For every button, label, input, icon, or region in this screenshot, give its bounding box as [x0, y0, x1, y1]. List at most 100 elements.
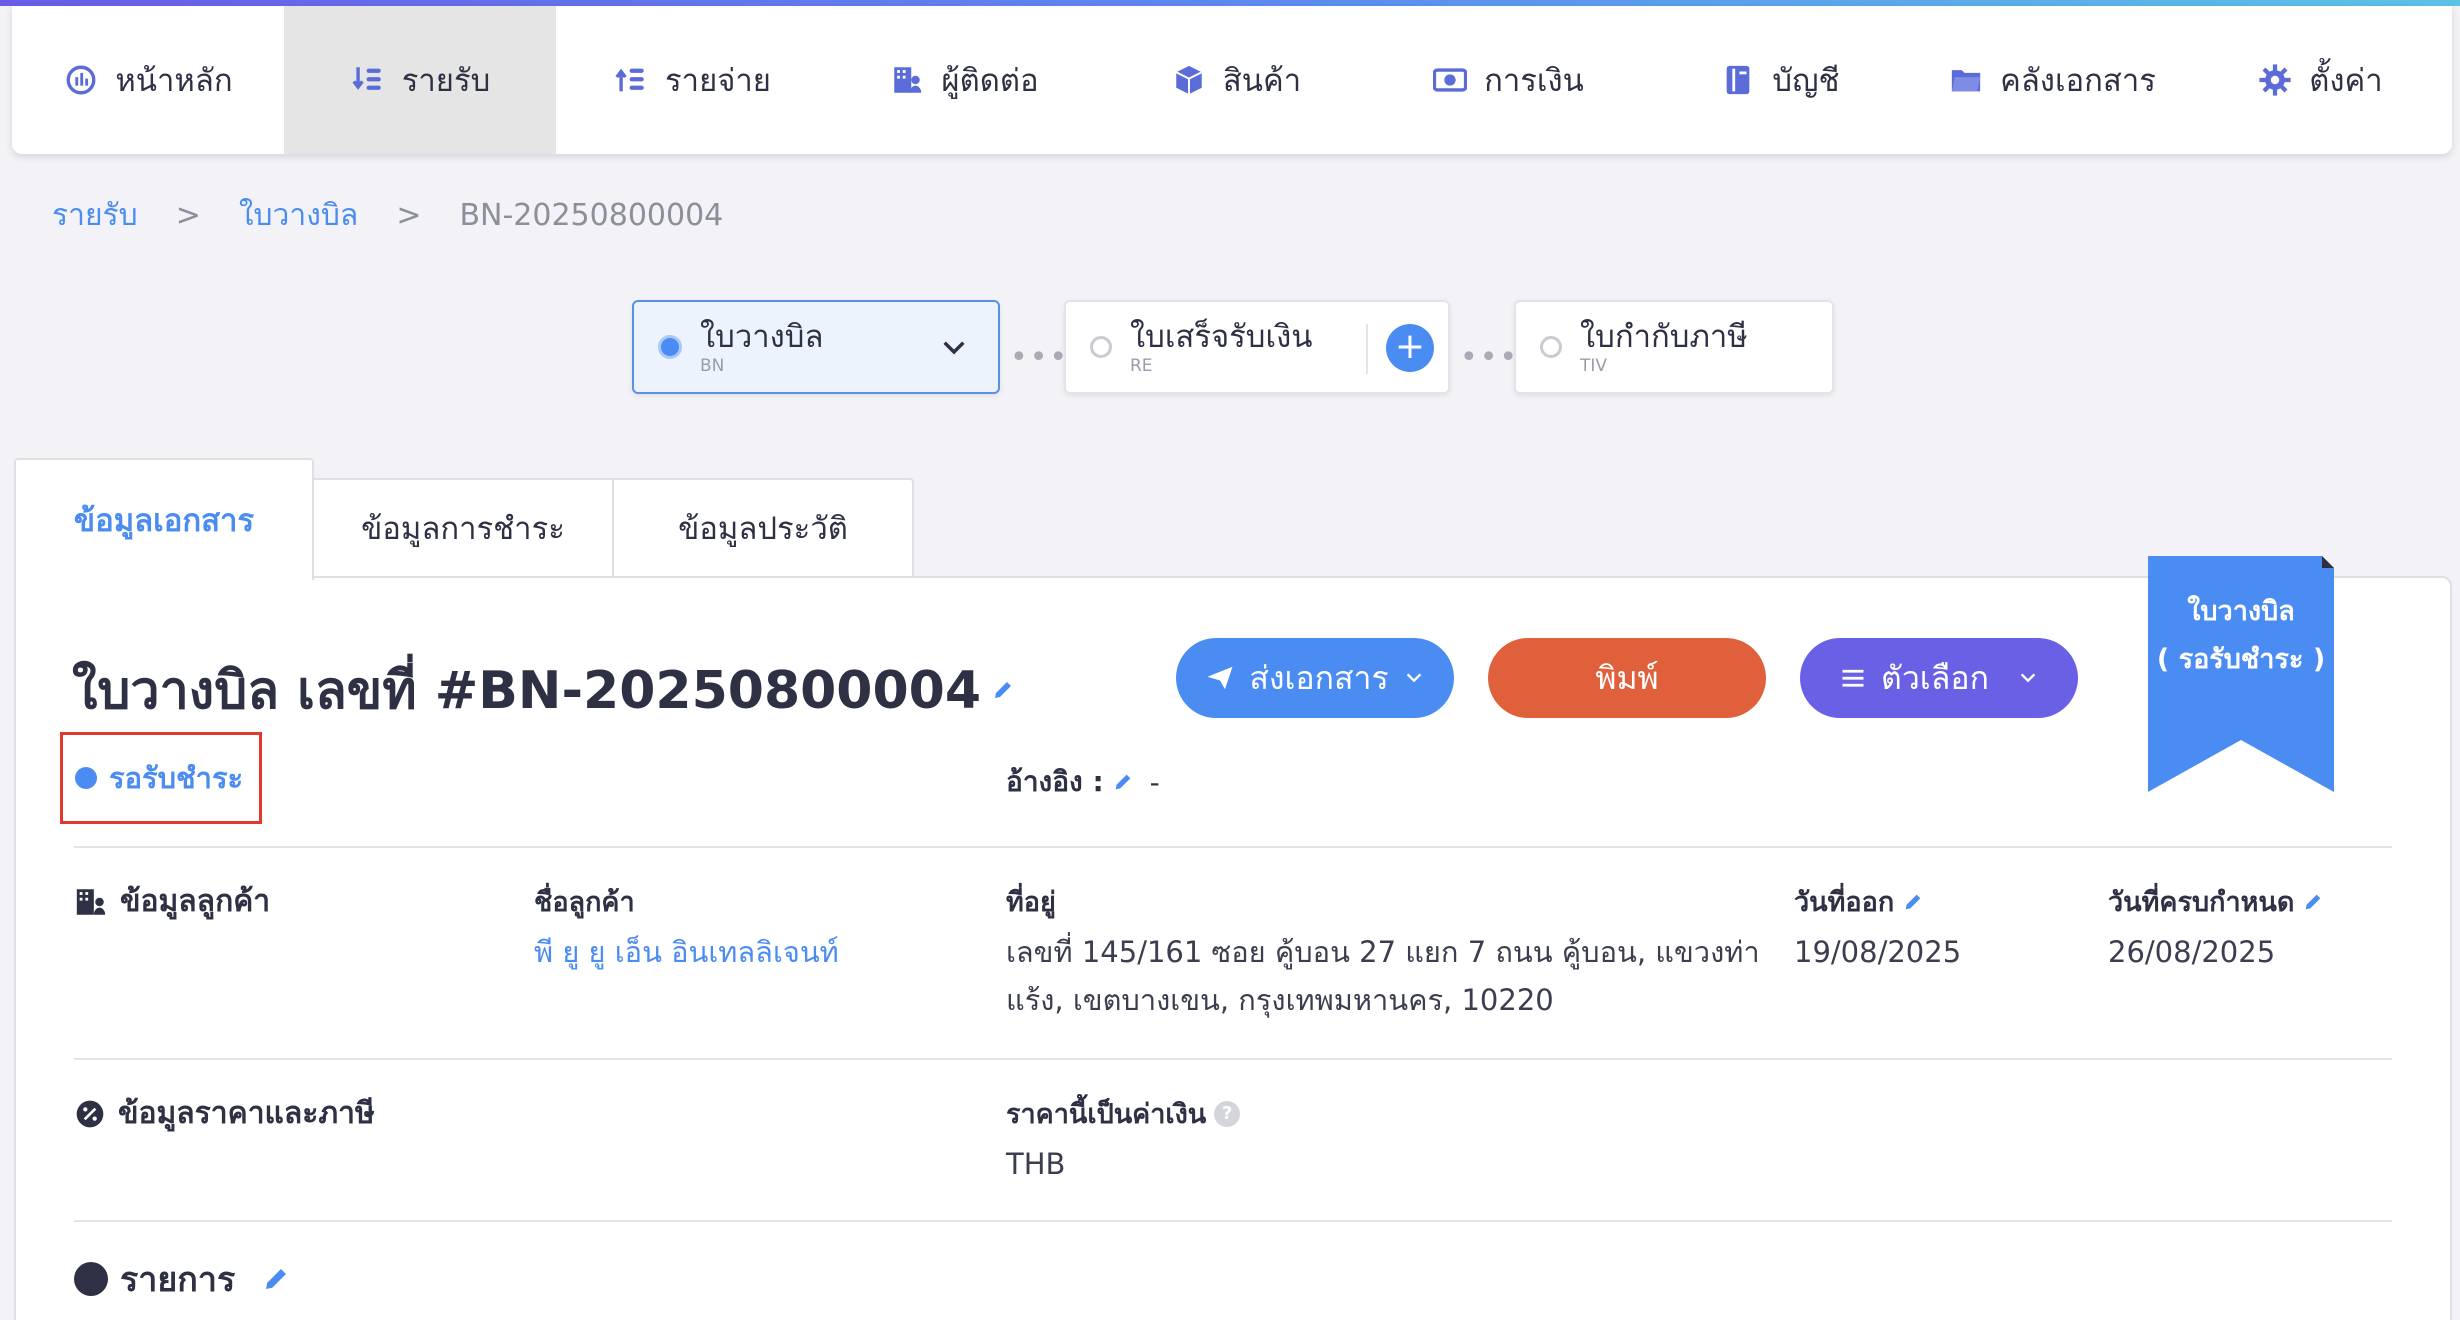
address-label: ที่อยู่	[1006, 887, 1056, 918]
issue-date-value: 19/08/2025	[1794, 935, 1962, 969]
address-value: เลขที่ 145/161 ซอย คู้บอน 27 แยก 7 ถนน ค…	[1006, 928, 1760, 1024]
items-section-header: รายการ	[74, 1252, 291, 1306]
edit-reference-icon[interactable]	[1112, 771, 1134, 793]
customer-name-link[interactable]: พี ยู ยู เอ็น อินเทลลิเจนท์	[534, 928, 839, 976]
money-icon	[1432, 62, 1468, 98]
edit-due-date-icon[interactable]	[2302, 891, 2324, 913]
divider	[74, 1220, 2392, 1222]
flow-connector: •••	[1010, 340, 1070, 375]
customer-name-label: ชื่อลูกค้า	[534, 887, 635, 918]
income-icon	[350, 62, 386, 98]
currency-label: ราคานี้เป็นค่าเงิน	[1006, 1099, 1207, 1130]
options-button[interactable]: ตัวเลือก	[1800, 638, 2078, 718]
ribbon-line1: ใบวางบิล	[2187, 596, 2295, 627]
reference-label: อ้างอิง :	[1006, 765, 1104, 798]
flow-active-dot	[658, 335, 682, 359]
chevron-down-icon[interactable]	[938, 332, 970, 364]
divider	[74, 846, 2392, 848]
breadcrumb-separator: >	[396, 198, 422, 233]
reference-value: -	[1149, 765, 1160, 799]
flow-connector: •••	[1460, 340, 1520, 375]
send-label: ส่งเอกสาร	[1249, 658, 1389, 697]
nav-item-home[interactable]: หน้าหลัก	[12, 6, 284, 154]
breadcrumb-income-link[interactable]: รายรับ	[52, 192, 138, 239]
gear-icon	[2257, 62, 2293, 98]
tab-document-info[interactable]: ข้อมูลเอกสาร	[14, 458, 314, 580]
nav-label: ตั้งค่า	[2309, 63, 2383, 99]
nav-item-finance[interactable]: การเงิน	[1372, 6, 1644, 154]
chevron-down-icon	[2020, 673, 2036, 683]
menu-icon	[1842, 669, 1864, 687]
nav-item-contacts[interactable]: ผู้ติดต่อ	[828, 6, 1100, 154]
document-title: ใบวางบิล เลขที่ #BN-20250800004	[72, 661, 982, 721]
nav-item-expense[interactable]: รายจ่าย	[556, 6, 828, 154]
pricing-section-title: ข้อมูลราคาและภาษี	[118, 1096, 375, 1131]
breadcrumb-separator: >	[175, 198, 201, 233]
edit-issue-date-icon[interactable]	[1902, 891, 1924, 913]
box-icon	[1171, 62, 1207, 98]
address-line1: เลขที่ 145/161 ซอย คู้บอน 27 แยก 7 ถนน ค…	[1006, 935, 1760, 969]
tab-payment-info[interactable]: ข้อมูลการชำระ	[312, 478, 614, 578]
status-badge: รอรับชำระ	[60, 732, 262, 824]
flow-inactive-dot	[1540, 336, 1562, 358]
help-icon[interactable]: ?	[1214, 1100, 1241, 1127]
flow-step-title: ใบเสร็จรับเงิน	[1130, 319, 1313, 355]
flow-step-code: TIV	[1580, 356, 1608, 376]
contacts-icon	[889, 62, 925, 98]
edit-items-icon[interactable]	[261, 1264, 291, 1294]
nav-item-products[interactable]: สินค้า	[1100, 6, 1372, 154]
due-date-field: วันที่ครบกำหนด	[2108, 880, 2324, 923]
currency-value: THB	[1006, 1147, 1066, 1181]
items-dot-icon	[74, 1262, 108, 1296]
flow-inactive-dot	[1090, 336, 1112, 358]
nav-item-documents[interactable]: คลังเอกสาร	[1916, 6, 2188, 154]
due-date-label: วันที่ครบกำหนด	[2108, 887, 2295, 918]
currency-field: ราคานี้เป็นค่าเงิน ?	[1006, 1092, 1241, 1135]
flow-step-tax-invoice[interactable]: ใบกำกับภาษี TIV	[1514, 300, 1834, 394]
folder-icon	[1948, 62, 1984, 98]
print-label: พิมพ์	[1595, 658, 1659, 697]
nav-item-income[interactable]: รายรับ	[284, 6, 556, 154]
dashboard-icon	[63, 62, 99, 98]
due-date-value: 26/08/2025	[2108, 935, 2276, 969]
breadcrumb: รายรับ > ใบวางบิล > BN-20250800004	[52, 192, 723, 239]
breadcrumb-current: BN-20250800004	[459, 198, 724, 233]
flow-step-title: ใบกำกับภาษี	[1580, 319, 1748, 355]
chevron-down-icon	[1406, 673, 1421, 683]
nav-item-settings[interactable]: ตั้งค่า	[2188, 6, 2452, 154]
flow-step-receipt[interactable]: ใบเสร็จรับเงิน RE +	[1064, 300, 1450, 394]
nav-label: บัญชี	[1772, 63, 1840, 99]
nav-label: ผู้ติดต่อ	[941, 63, 1039, 99]
customer-section-title: ข้อมูลลูกค้า	[120, 884, 271, 919]
send-icon	[1207, 666, 1233, 690]
contacts-icon	[76, 888, 106, 915]
items-section-title: รายการ	[120, 1260, 236, 1300]
pricing-section-header: ข้อมูลราคาและภาษี	[74, 1090, 375, 1137]
breadcrumb-billing-link[interactable]: ใบวางบิล	[239, 192, 358, 239]
nav-item-accounting[interactable]: บัญชี	[1644, 6, 1916, 154]
add-receipt-button[interactable]: +	[1386, 324, 1434, 372]
options-label: ตัวเลือก	[1881, 658, 1989, 697]
divider	[74, 1058, 2392, 1060]
page-title: ใบวางบิล เลขที่ #BN-20250800004	[72, 648, 1015, 731]
reference-field: อ้างอิง : -	[1006, 760, 1160, 804]
status-dot	[75, 767, 97, 789]
send-document-button[interactable]: ส่งเอกสาร	[1176, 638, 1454, 718]
main-nav: หน้าหลัก รายรับ รายจ่าย ผู้ติดต่อ สินค้า…	[12, 6, 2452, 154]
print-button[interactable]: พิมพ์	[1488, 638, 1766, 718]
tab-history-info[interactable]: ข้อมูลประวัติ	[612, 478, 914, 578]
issue-date-label: วันที่ออก	[1794, 887, 1895, 918]
flow-step-code: BN	[700, 356, 725, 376]
edit-title-icon[interactable]	[991, 678, 1015, 702]
address-line2: แร้ง, เขตบางเขน, กรุงเทพมหานคร, 10220	[1006, 983, 1554, 1017]
nav-label: รายรับ	[401, 63, 491, 99]
flow-step-billing[interactable]: ใบวางบิล BN	[632, 300, 1000, 394]
nav-label: สินค้า	[1222, 63, 1302, 99]
expense-icon	[613, 62, 649, 98]
nav-label: คลังเอกสาร	[2000, 63, 2156, 99]
ribbon-label: ใบวางบิล ( รอรับชำระ )	[2148, 588, 2334, 684]
ledger-icon	[1720, 62, 1756, 98]
issue-date-field: วันที่ออก	[1794, 880, 1924, 923]
nav-label: รายจ่าย	[665, 63, 771, 99]
ribbon-line2: ( รอรับชำระ )	[2156, 644, 2326, 675]
